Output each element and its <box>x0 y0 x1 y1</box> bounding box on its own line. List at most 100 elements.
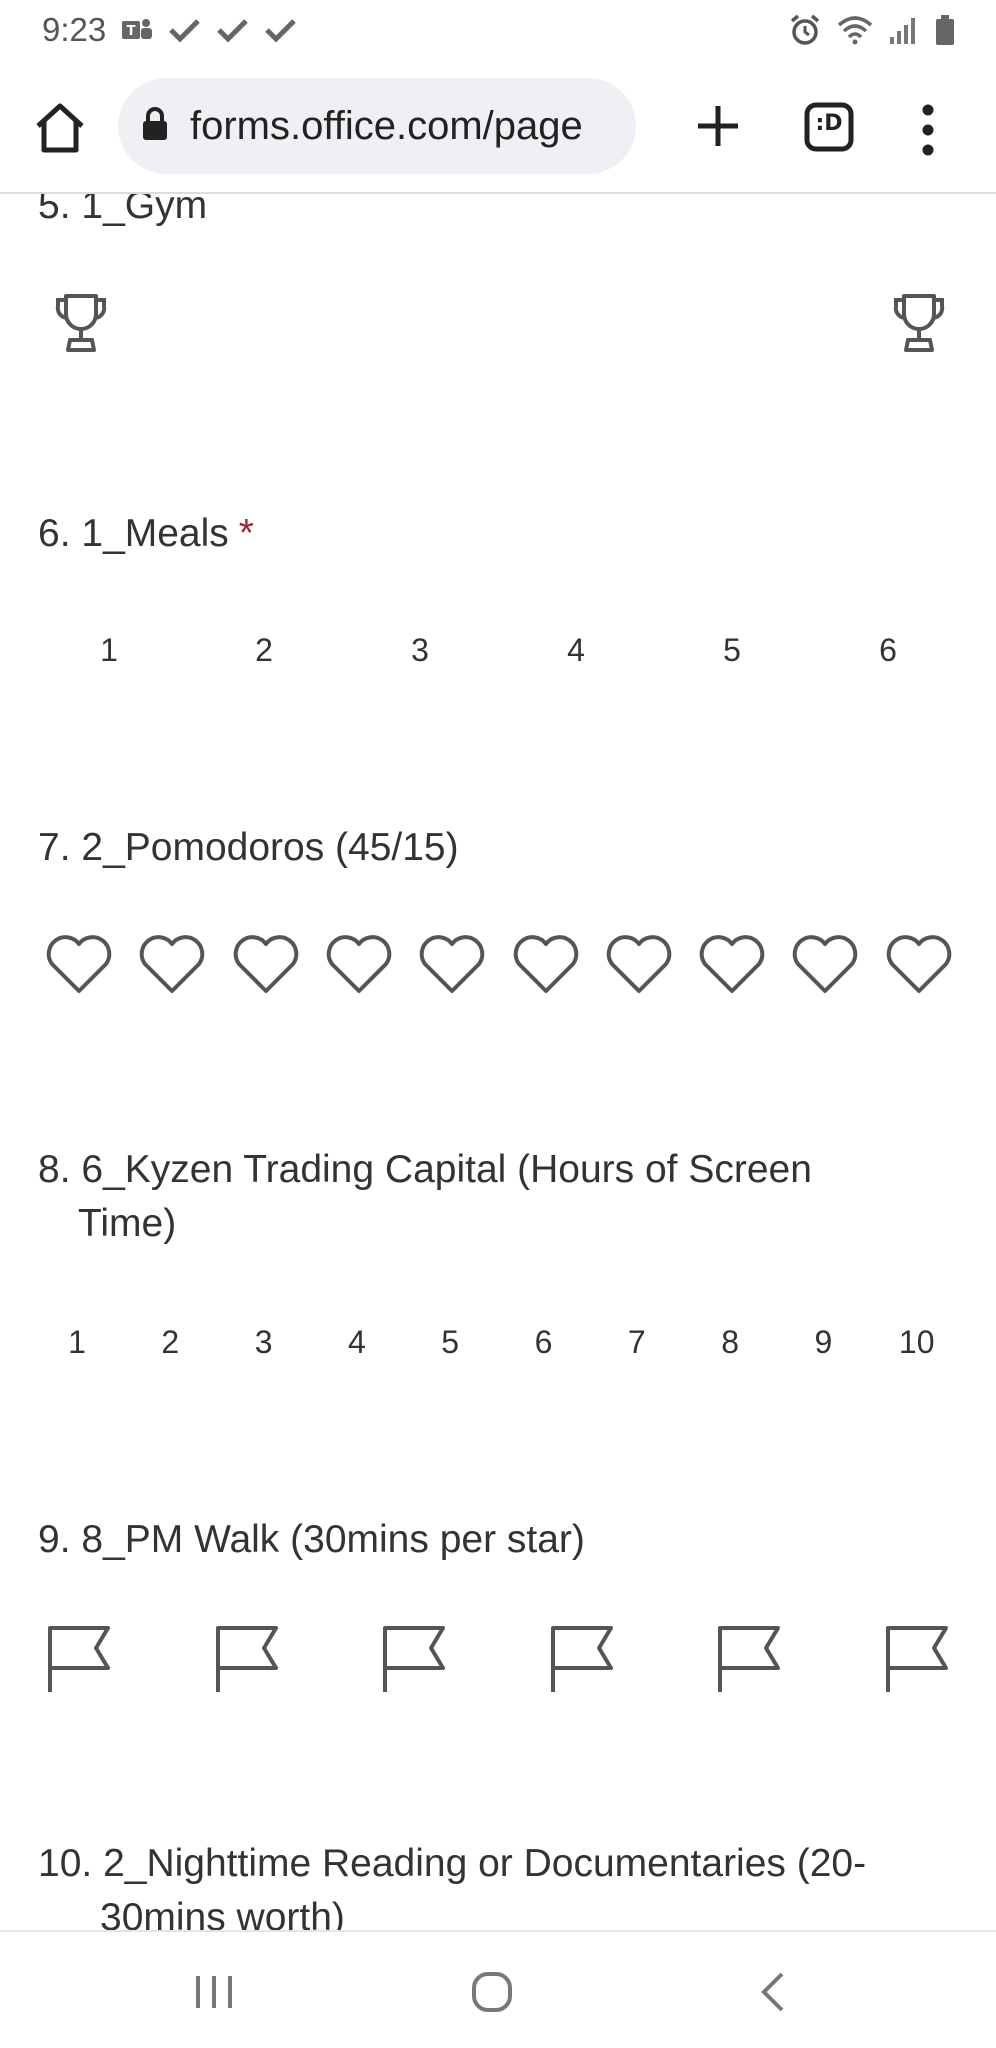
question-text: 2_Pomodoros (45/15) <box>81 826 459 869</box>
signal-icon <box>888 15 920 45</box>
recent-apps-icon <box>196 1976 232 2008</box>
svg-text:T: T <box>127 24 136 39</box>
url-text: forms.office.com/page <box>190 103 583 148</box>
flag-icon <box>48 1626 110 1692</box>
home-circle-icon <box>472 1972 512 2012</box>
flag-rating-option[interactable] <box>46 1624 112 1699</box>
new-tab-button[interactable] <box>690 98 746 154</box>
rating-number-option[interactable]: 10 <box>887 1324 947 1361</box>
rating-number-option[interactable]: 2 <box>234 632 294 669</box>
flag-rating-option[interactable] <box>381 1624 447 1699</box>
rating-number-option[interactable]: 1 <box>79 632 139 669</box>
plus-icon <box>698 106 738 146</box>
question-text: 8_PM Walk (30mins per star) <box>81 1518 585 1561</box>
heart-icon <box>886 935 951 993</box>
check-icon <box>216 16 250 44</box>
heart-rating-option[interactable] <box>231 934 301 1001</box>
question-title: 10. 2_Nighttime Reading or Documentaries… <box>38 1838 866 1890</box>
heart-icon <box>46 935 112 993</box>
overflow-menu-button[interactable] <box>910 100 946 160</box>
heart-icon <box>419 935 485 993</box>
heart-icon <box>140 935 205 993</box>
trophy-icon <box>893 294 945 352</box>
question-title-continued: Time) <box>78 1202 177 1245</box>
recent-apps-button[interactable] <box>194 1972 234 2017</box>
rating-number-option[interactable]: 1 <box>47 1324 107 1361</box>
question-text: 1_Gym <box>81 194 208 227</box>
question-title: 5. 1_Gym <box>38 194 207 232</box>
question-text: 1_Meals <box>81 512 229 555</box>
rating-number-option[interactable]: 4 <box>546 632 606 669</box>
question-number: 6. <box>38 512 71 555</box>
status-bar: 9:23 T <box>0 0 996 60</box>
status-right <box>788 13 956 47</box>
flag-rating-option[interactable] <box>716 1624 782 1699</box>
alarm-icon <box>788 13 822 47</box>
heart-rating-option[interactable] <box>137 934 207 1001</box>
question-number: 9. <box>38 1518 71 1561</box>
question-title: 8. 6_Kyzen Trading Capital (Hours of Scr… <box>38 1144 812 1196</box>
flag-icon <box>885 1626 948 1692</box>
heart-rating-option[interactable] <box>604 934 674 1001</box>
rating-number-option[interactable]: 3 <box>234 1324 294 1361</box>
rating-number-option[interactable]: 6 <box>514 1324 574 1361</box>
trophy-rating-option[interactable] <box>52 292 110 361</box>
question-title: 6. 1_Meals * <box>38 508 254 560</box>
rating-number-option[interactable]: 4 <box>327 1324 387 1361</box>
tab-switcher-button[interactable]: :D <box>804 102 854 152</box>
address-bar[interactable]: forms.office.com/page <box>118 78 636 174</box>
heart-icon <box>699 935 765 993</box>
browser-toolbar: forms.office.com/page :D <box>0 60 996 194</box>
question-number: 5. <box>38 194 71 227</box>
home-button[interactable] <box>32 100 88 156</box>
heart-icon <box>513 935 578 993</box>
rating-number-option[interactable]: 9 <box>793 1324 853 1361</box>
heart-rating-option[interactable] <box>884 934 954 1001</box>
flag-icon <box>550 1626 613 1692</box>
heart-rating-option[interactable] <box>44 934 114 1001</box>
flag-rating-option[interactable] <box>884 1624 950 1699</box>
flag-rating-option[interactable] <box>214 1624 280 1699</box>
back-chevron-icon <box>761 1972 784 2012</box>
question-text: 2_Nighttime Reading or Documentaries (20… <box>103 1842 867 1885</box>
nav-back-button[interactable] <box>756 1970 788 2019</box>
teams-icon: T <box>120 15 154 45</box>
heart-rating-option[interactable] <box>790 934 860 1001</box>
more-vert-icon <box>922 104 934 156</box>
question-number: 10. <box>38 1842 93 1885</box>
lock-icon <box>140 106 170 147</box>
rating-number-option[interactable]: 2 <box>140 1324 200 1361</box>
heart-rating-option[interactable] <box>324 934 394 1001</box>
rating-number-option[interactable]: 5 <box>420 1324 480 1361</box>
rating-number-option[interactable]: 3 <box>390 632 450 669</box>
nav-home-button[interactable] <box>470 1970 514 2019</box>
heart-icon <box>326 935 392 993</box>
wifi-icon <box>836 15 874 45</box>
flag-rating-option[interactable] <box>549 1624 615 1699</box>
heart-rating-option[interactable] <box>511 934 581 1001</box>
status-time: 9:23 <box>42 11 107 48</box>
rating-number-option[interactable]: 6 <box>858 632 918 669</box>
battery-icon <box>934 14 956 46</box>
system-navigation-bar <box>0 1930 996 2048</box>
home-icon <box>36 103 84 153</box>
rating-number-option[interactable]: 8 <box>700 1324 760 1361</box>
required-marker: * <box>238 512 254 555</box>
question-number: 7. <box>38 826 71 869</box>
question-title: 9. 8_PM Walk (30mins per star) <box>38 1514 585 1566</box>
trophy-rating-option[interactable] <box>890 292 948 361</box>
heart-icon <box>606 935 672 993</box>
rating-number-option[interactable]: 7 <box>607 1324 667 1361</box>
form-content: 5. 1_Gym 6. 1_Meals * 1 2 3 4 5 6 7. 2_Po… <box>0 194 996 1930</box>
heart-icon <box>793 935 858 993</box>
flag-icon <box>718 1626 780 1692</box>
status-left: 9:23 T <box>42 11 298 49</box>
heart-rating-option[interactable] <box>697 934 767 1001</box>
rating-number-option[interactable]: 5 <box>702 632 762 669</box>
question-number: 8. <box>38 1148 71 1191</box>
flag-icon <box>215 1626 278 1692</box>
heart-rating-option[interactable] <box>417 934 487 1001</box>
flag-icon <box>383 1626 445 1692</box>
question-text: 6_Kyzen Trading Capital (Hours of Screen <box>81 1148 812 1191</box>
tab-switcher-label: :D <box>815 111 843 136</box>
